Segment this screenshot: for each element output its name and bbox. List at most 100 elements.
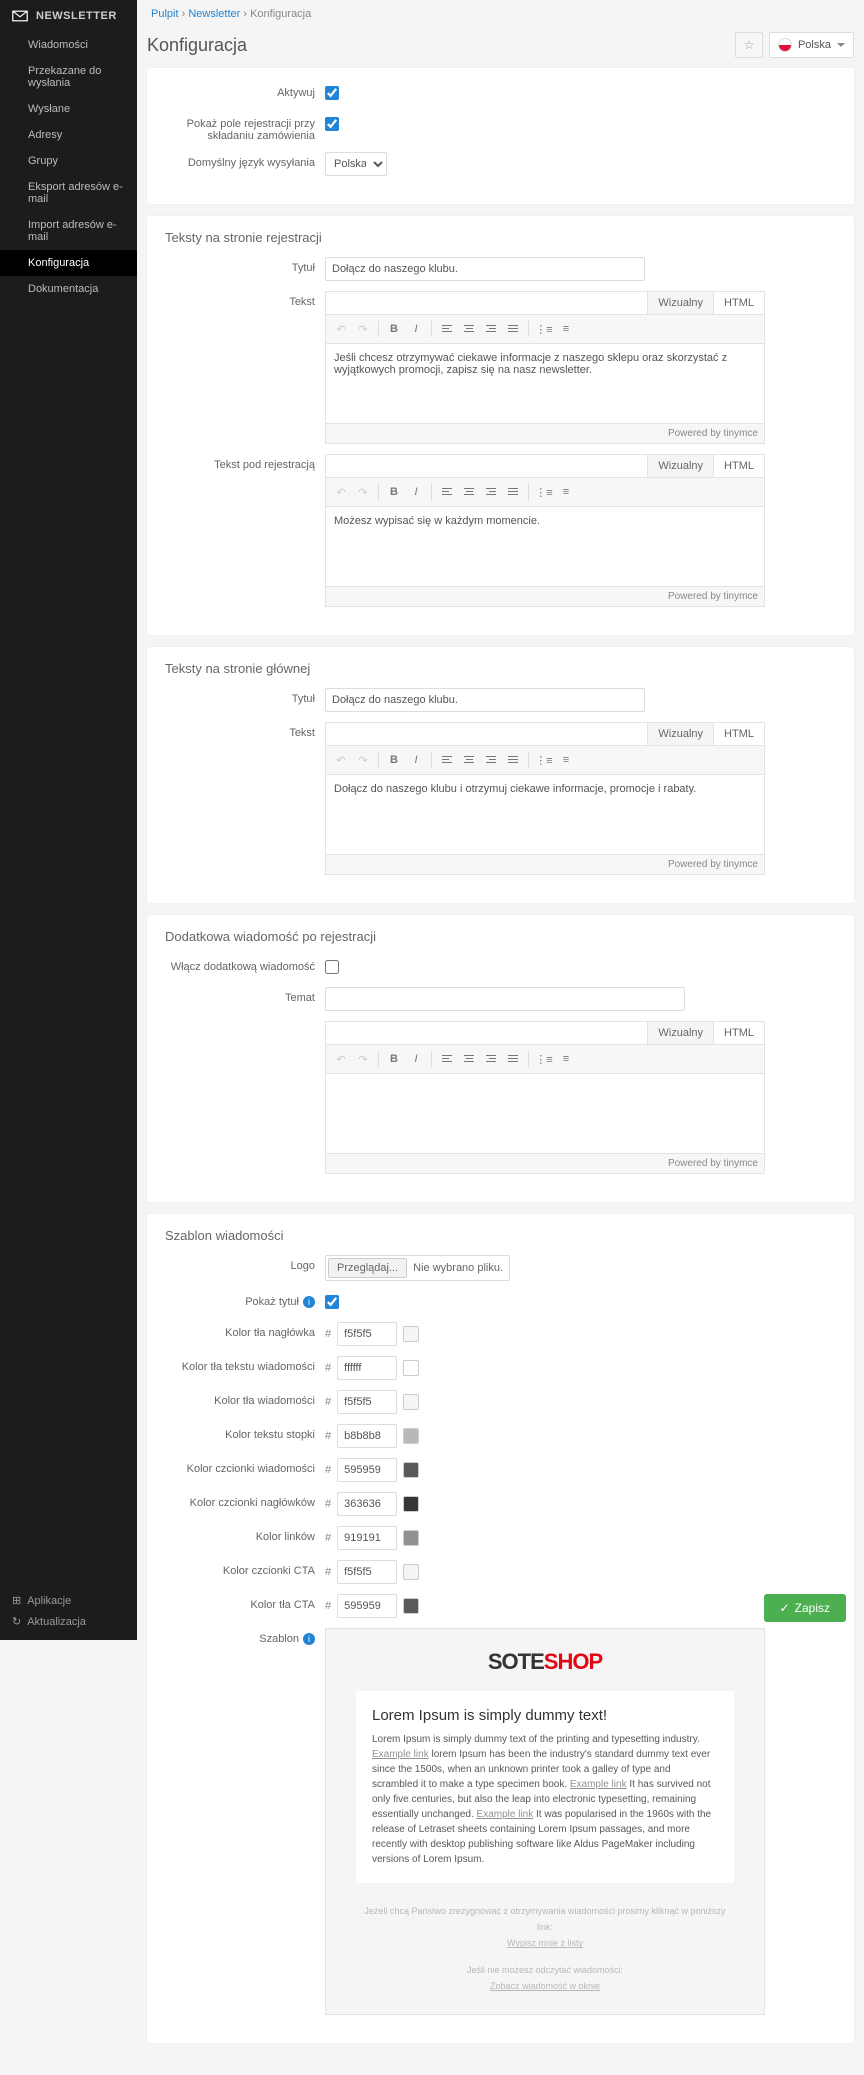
input-extra-subject[interactable] — [325, 987, 685, 1011]
tab-visual[interactable]: Wizualny — [647, 1022, 713, 1044]
align-left-button[interactable] — [436, 319, 458, 339]
color-swatch[interactable] — [403, 1360, 419, 1376]
color-input[interactable] — [337, 1322, 397, 1346]
info-icon[interactable]: i — [303, 1296, 315, 1308]
sidebar-item[interactable]: Adresy — [0, 122, 137, 148]
preview-link[interactable]: Example link — [372, 1749, 429, 1760]
color-input[interactable] — [337, 1594, 397, 1618]
browse-button[interactable]: Przeglądaj... — [328, 1258, 407, 1278]
undo-button[interactable]: ↶ — [330, 482, 352, 502]
language-select[interactable]: Polska — [769, 32, 854, 58]
align-justify-button[interactable] — [502, 1049, 524, 1069]
sidebar-item[interactable]: Wiadomości — [0, 32, 137, 58]
file-logo[interactable]: Przeglądaj...Nie wybrano pliku. — [325, 1255, 510, 1281]
italic-button[interactable]: I — [405, 482, 427, 502]
sidebar-item[interactable]: Grupy — [0, 148, 137, 174]
italic-button[interactable]: I — [405, 1049, 427, 1069]
number-list-button[interactable]: ≡ — [555, 319, 577, 339]
sidebar-item[interactable]: Import adresów e-mail — [0, 212, 137, 250]
color-input[interactable] — [337, 1390, 397, 1414]
color-swatch[interactable] — [403, 1326, 419, 1342]
align-justify-button[interactable] — [502, 319, 524, 339]
undo-button[interactable]: ↶ — [330, 319, 352, 339]
align-right-button[interactable] — [480, 1049, 502, 1069]
tab-html[interactable]: HTML — [713, 455, 764, 477]
align-center-button[interactable] — [458, 1049, 480, 1069]
align-center-button[interactable] — [458, 482, 480, 502]
sidebar-foot-apps[interactable]: ⊞Aplikacje — [12, 1590, 125, 1611]
align-right-button[interactable] — [480, 482, 502, 502]
color-swatch[interactable] — [403, 1462, 419, 1478]
tab-html[interactable]: HTML — [713, 292, 764, 314]
redo-button[interactable]: ↷ — [352, 1049, 374, 1069]
sidebar-item[interactable]: Dokumentacja — [0, 276, 137, 302]
bold-button[interactable]: B — [383, 482, 405, 502]
color-input[interactable] — [337, 1424, 397, 1448]
sidebar-foot-update[interactable]: ↻Aktualizacja — [12, 1611, 125, 1632]
align-left-button[interactable] — [436, 1049, 458, 1069]
editor-content[interactable] — [325, 1074, 765, 1154]
tab-visual[interactable]: Wizualny — [647, 455, 713, 477]
checkbox-show-title[interactable] — [325, 1295, 339, 1309]
align-justify-button[interactable] — [502, 750, 524, 770]
undo-button[interactable]: ↶ — [330, 1049, 352, 1069]
editor-content[interactable]: Dołącz do naszego klubu i otrzymuj cieka… — [325, 775, 765, 855]
align-center-button[interactable] — [458, 750, 480, 770]
color-swatch[interactable] — [403, 1598, 419, 1614]
crumb-pulpit[interactable]: Pulpit — [151, 8, 179, 20]
bold-button[interactable]: B — [383, 750, 405, 770]
editor-content[interactable]: Jeśli chcesz otrzymywać ciekawe informac… — [325, 344, 765, 424]
tab-visual[interactable]: Wizualny — [647, 723, 713, 745]
input-reg-title[interactable] — [325, 257, 645, 281]
bullet-list-button[interactable]: ⋮≡ — [533, 482, 555, 502]
preview-link[interactable]: Example link — [477, 1809, 534, 1820]
checkbox-show-reg[interactable] — [325, 117, 339, 131]
sidebar-item[interactable]: Przekazane do wysłania — [0, 58, 137, 96]
preview-link[interactable]: Example link — [570, 1779, 627, 1790]
undo-button[interactable]: ↶ — [330, 750, 352, 770]
redo-button[interactable]: ↷ — [352, 482, 374, 502]
tab-html[interactable]: HTML — [713, 723, 764, 745]
italic-button[interactable]: I — [405, 319, 427, 339]
view-in-window-link[interactable]: Zobacz wiadomość w oknie — [490, 1981, 600, 1991]
select-default-lang[interactable]: Polska — [325, 152, 387, 176]
number-list-button[interactable]: ≡ — [555, 1049, 577, 1069]
info-icon[interactable]: i — [303, 1633, 315, 1645]
sidebar-item[interactable]: Konfiguracja — [0, 250, 137, 276]
redo-button[interactable]: ↷ — [352, 319, 374, 339]
color-input[interactable] — [337, 1356, 397, 1380]
align-right-button[interactable] — [480, 319, 502, 339]
tab-html[interactable]: HTML — [713, 1022, 764, 1044]
crumb-newsletter[interactable]: Newsletter — [188, 8, 240, 20]
color-input[interactable] — [337, 1492, 397, 1516]
checkbox-activate[interactable] — [325, 86, 339, 100]
sidebar-item[interactable]: Wysłane — [0, 96, 137, 122]
bold-button[interactable]: B — [383, 1049, 405, 1069]
color-swatch[interactable] — [403, 1496, 419, 1512]
bullet-list-button[interactable]: ⋮≡ — [533, 750, 555, 770]
color-input[interactable] — [337, 1458, 397, 1482]
input-home-title[interactable] — [325, 688, 645, 712]
tab-visual[interactable]: Wizualny — [647, 292, 713, 314]
align-center-button[interactable] — [458, 319, 480, 339]
bullet-list-button[interactable]: ⋮≡ — [533, 1049, 555, 1069]
align-left-button[interactable] — [436, 750, 458, 770]
align-justify-button[interactable] — [502, 482, 524, 502]
number-list-button[interactable]: ≡ — [555, 482, 577, 502]
color-swatch[interactable] — [403, 1564, 419, 1580]
unsubscribe-link[interactable]: Wypisz mnie z listy — [507, 1938, 583, 1948]
color-swatch[interactable] — [403, 1530, 419, 1546]
checkbox-extra-enable[interactable] — [325, 960, 339, 974]
align-left-button[interactable] — [436, 482, 458, 502]
favorite-button[interactable]: ☆ — [735, 32, 763, 58]
redo-button[interactable]: ↷ — [352, 750, 374, 770]
color-input[interactable] — [337, 1560, 397, 1584]
bullet-list-button[interactable]: ⋮≡ — [533, 319, 555, 339]
color-swatch[interactable] — [403, 1428, 419, 1444]
number-list-button[interactable]: ≡ — [555, 750, 577, 770]
save-button[interactable]: ✓ Zapisz — [764, 1594, 846, 1622]
bold-button[interactable]: B — [383, 319, 405, 339]
color-swatch[interactable] — [403, 1394, 419, 1410]
color-input[interactable] — [337, 1526, 397, 1550]
sidebar-item[interactable]: Eksport adresów e-mail — [0, 174, 137, 212]
